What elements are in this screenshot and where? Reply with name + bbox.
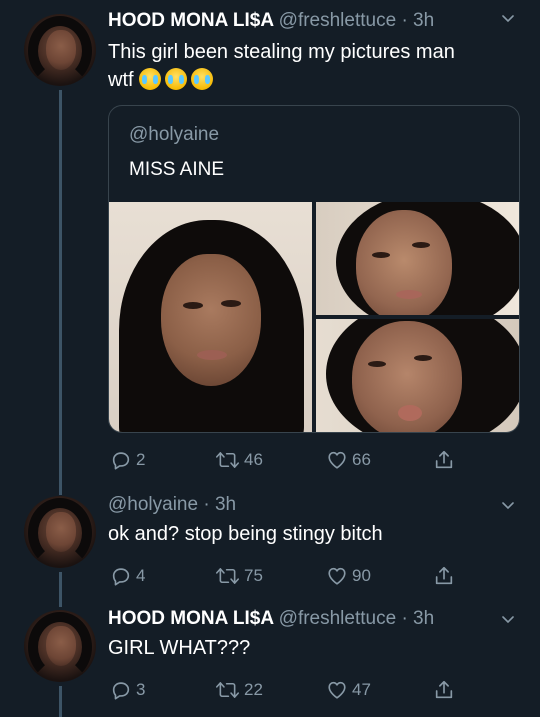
thread-line — [59, 686, 62, 717]
retweet-button[interactable]: 75 — [215, 565, 263, 587]
like-button[interactable]: 66 — [326, 449, 371, 471]
heart-icon — [326, 449, 348, 471]
handle-time[interactable]: @freshlettuce · 3h — [279, 10, 435, 31]
tweet-text: ok and? stop being stingy bitch — [108, 523, 383, 545]
handle-time[interactable]: @holyaine · 3h — [108, 494, 236, 515]
loudly-crying-face-icon — [165, 68, 188, 90]
retweet-icon — [215, 565, 240, 587]
reply-icon — [110, 449, 132, 471]
tweet-text-line2: wtf — [108, 66, 528, 94]
tweet-header: HOOD MONA LI$A @freshlettuce · 3h — [108, 10, 434, 32]
like-button[interactable]: 47 — [326, 679, 371, 701]
photo-top-right[interactable] — [316, 202, 519, 315]
display-name[interactable]: HOOD MONA LI$A — [108, 10, 273, 31]
avatar[interactable] — [24, 14, 96, 86]
avatar[interactable] — [24, 610, 96, 682]
avatar[interactable] — [24, 496, 96, 568]
reply-icon — [110, 679, 132, 701]
retweet-count: 22 — [244, 680, 263, 699]
share-button[interactable] — [433, 449, 455, 471]
tweet-text: GIRL WHAT??? — [108, 637, 251, 659]
heart-icon — [326, 565, 348, 587]
reply-button[interactable]: 4 — [110, 565, 145, 587]
tweet-text-line1: This girl been stealing my pictures man — [108, 41, 455, 63]
thread-line — [59, 572, 62, 607]
tweet-header: @holyaine · 3h — [108, 494, 236, 516]
retweet-button[interactable]: 22 — [215, 679, 263, 701]
avatar-hair — [28, 16, 92, 86]
reply-count: 4 — [136, 566, 146, 585]
heart-icon — [326, 679, 348, 701]
chevron-down-icon[interactable] — [500, 497, 516, 518]
retweet-count: 75 — [244, 566, 263, 585]
thread-line — [59, 90, 62, 485]
share-button[interactable] — [433, 565, 455, 587]
photo-large[interactable] — [109, 202, 312, 432]
quoted-text: MISS AINE — [129, 159, 225, 180]
like-count: 90 — [352, 566, 371, 585]
reply-count: 2 — [136, 450, 146, 469]
display-name[interactable]: HOOD MONA LI$A — [108, 608, 273, 629]
loudly-crying-face-icon — [191, 68, 214, 90]
like-button[interactable]: 90 — [326, 565, 371, 587]
like-count: 66 — [352, 450, 371, 469]
avatar-hair — [28, 498, 92, 568]
like-count: 47 — [352, 680, 371, 699]
reply-icon — [110, 565, 132, 587]
reply-button[interactable]: 3 — [110, 679, 145, 701]
thread-line — [59, 485, 62, 495]
chevron-down-icon[interactable] — [500, 10, 516, 31]
share-icon — [433, 679, 455, 701]
reply-count: 3 — [136, 680, 146, 699]
retweet-button[interactable]: 46 — [215, 449, 263, 471]
quoted-tweet-card[interactable]: @holyaine MISS AINE — [108, 105, 520, 433]
reply-button[interactable]: 2 — [110, 449, 145, 471]
share-button[interactable] — [433, 679, 455, 701]
handle-time[interactable]: @freshlettuce · 3h — [279, 608, 435, 629]
retweet-icon — [215, 449, 240, 471]
quoted-handle: @holyaine — [129, 124, 220, 145]
loudly-crying-face-icon — [139, 68, 162, 90]
tweet-header: HOOD MONA LI$A @freshlettuce · 3h — [108, 608, 434, 630]
retweet-count: 46 — [244, 450, 263, 469]
share-icon — [433, 449, 455, 471]
photo-bottom-right[interactable] — [316, 319, 519, 432]
tweet-text: This girl been stealing my pictures man … — [108, 38, 528, 94]
avatar-hair — [28, 612, 92, 682]
share-icon — [433, 565, 455, 587]
retweet-icon — [215, 679, 240, 701]
chevron-down-icon[interactable] — [500, 611, 516, 632]
